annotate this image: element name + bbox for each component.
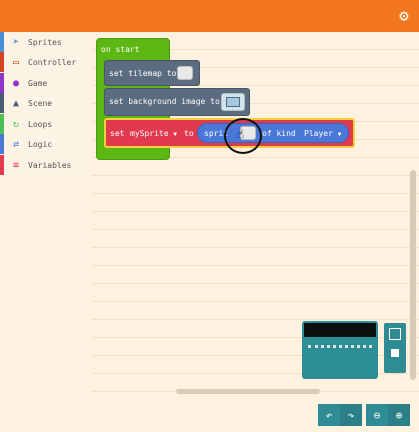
to-label: to bbox=[184, 129, 194, 138]
set-label: set bbox=[110, 129, 125, 138]
category-color-bar bbox=[0, 155, 4, 175]
category-color-bar bbox=[0, 52, 4, 72]
hand-cursor-icon: ☝ bbox=[237, 127, 245, 141]
toolbox: ➤ Sprites ▭ Controller ● Game ▲ Scene ↻ … bbox=[0, 32, 92, 178]
simulator-sky bbox=[304, 323, 376, 337]
simulator-trees bbox=[308, 345, 372, 371]
list-icon: ≡ bbox=[12, 159, 20, 171]
toolbox-item-game[interactable]: ● Game bbox=[0, 73, 92, 93]
zoom-out-button[interactable]: ⊖ bbox=[366, 404, 388, 426]
category-label: Sprites bbox=[28, 37, 62, 47]
cursor-highlight: ☝ bbox=[224, 118, 262, 154]
horizontal-scrollbar[interactable] bbox=[176, 389, 320, 394]
set-tilemap-label: set tilemap to bbox=[109, 69, 177, 78]
toolbox-item-loops[interactable]: ↻ Loops bbox=[0, 114, 92, 134]
paper-plane-icon: ➤ bbox=[12, 36, 20, 48]
toolbox-item-logic[interactable]: ⇄ Logic bbox=[0, 134, 92, 154]
gear-icon[interactable]: ⚙ bbox=[395, 7, 413, 25]
fullscreen-icon[interactable] bbox=[389, 328, 401, 340]
chevron-down-icon: ▼ bbox=[337, 131, 342, 138]
kind-dropdown[interactable]: Player ▼ bbox=[304, 129, 341, 138]
undo-button[interactable]: ↶ bbox=[318, 404, 340, 426]
simulator-toolbar bbox=[384, 323, 406, 373]
on-start-label: on start bbox=[101, 45, 140, 54]
zoom-group: ⊖ ⊕ bbox=[366, 404, 410, 426]
category-label: Controller bbox=[28, 57, 77, 67]
toolbox-item-sprites[interactable]: ➤ Sprites bbox=[0, 32, 92, 52]
category-color-bar bbox=[0, 114, 4, 134]
category-color-bar bbox=[0, 134, 4, 154]
of-kind-label: of kind bbox=[262, 129, 296, 138]
zoom-in-button[interactable]: ⊕ bbox=[388, 404, 410, 426]
toolbox-item-variables[interactable]: ≡ Variables bbox=[0, 155, 92, 175]
top-bar: ⚙ bbox=[0, 0, 419, 32]
chevron-down-icon: ▼ bbox=[173, 131, 177, 138]
undo-redo-group: ↶ ↷ bbox=[318, 404, 362, 426]
tilemap-slot[interactable] bbox=[177, 66, 193, 80]
category-label: Scene bbox=[28, 98, 53, 108]
loop-icon: ↻ bbox=[12, 118, 20, 130]
category-color-bar bbox=[0, 73, 4, 93]
vertical-scrollbar[interactable] bbox=[410, 170, 416, 380]
category-label: Game bbox=[28, 78, 48, 88]
set-background-label: set background image to bbox=[109, 97, 220, 106]
set-tilemap-block[interactable]: set tilemap to bbox=[104, 60, 200, 86]
redo-button[interactable]: ↷ bbox=[340, 404, 362, 426]
stop-icon[interactable] bbox=[391, 349, 399, 357]
gamepad-icon: ▭ bbox=[12, 56, 20, 68]
simulator-preview[interactable] bbox=[302, 321, 378, 379]
shuffle-icon: ⇄ bbox=[12, 138, 20, 150]
sprite-create-block[interactable]: sprit of kind Player ▼ bbox=[197, 123, 349, 143]
variable-dropdown[interactable]: mySprite ▼ bbox=[130, 129, 177, 138]
category-label: Variables bbox=[28, 160, 72, 170]
category-color-bar bbox=[0, 32, 4, 52]
category-label: Logic bbox=[28, 139, 53, 149]
background-image-slot[interactable] bbox=[221, 93, 245, 111]
image-icon bbox=[226, 97, 240, 107]
kind-value: Player bbox=[304, 129, 333, 138]
tree-icon: ▲ bbox=[12, 97, 20, 109]
variable-name: mySprite bbox=[130, 129, 169, 138]
set-background-block[interactable]: set background image to bbox=[104, 88, 250, 116]
toolbox-item-scene[interactable]: ▲ Scene bbox=[0, 93, 92, 113]
toolbox-item-controller[interactable]: ▭ Controller bbox=[0, 52, 92, 72]
category-color-bar bbox=[0, 93, 4, 113]
category-label: Loops bbox=[28, 119, 53, 129]
circle-icon: ● bbox=[12, 77, 20, 89]
